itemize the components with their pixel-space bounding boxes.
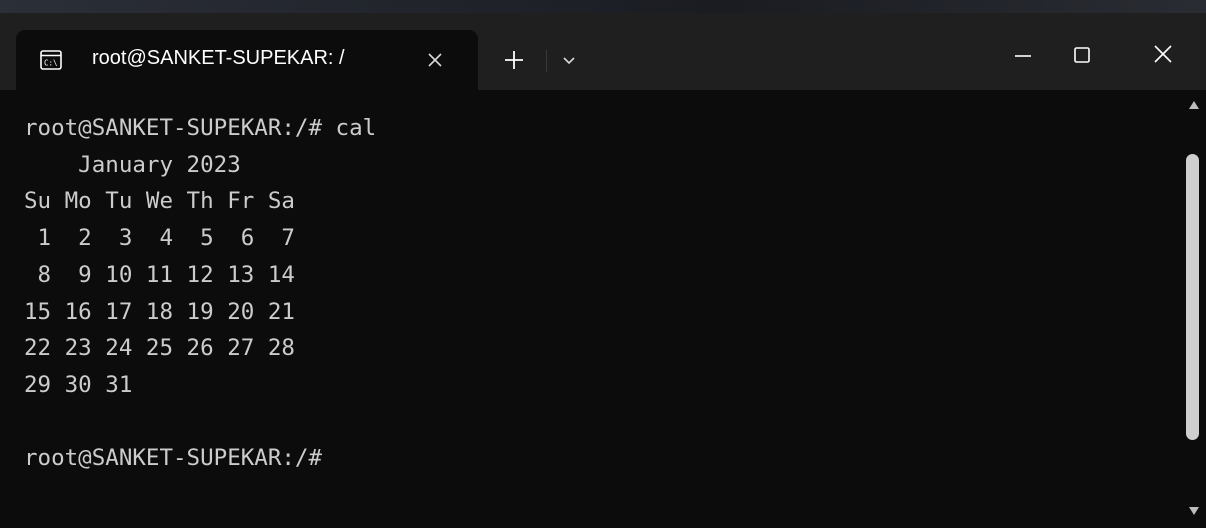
terminal-output-area[interactable]: root@SANKET-SUPEKAR:/# cal January 2023 … <box>0 90 1182 528</box>
scrollbar-thumb[interactable] <box>1186 154 1199 440</box>
tab-close-icon[interactable] <box>421 46 449 74</box>
svg-text:C:\: C:\ <box>44 59 58 68</box>
minimize-icon[interactable] <box>1005 38 1041 74</box>
terminal-window: C:\ root@SANKET-SUPEKAR: / root@SANKET-S… <box>0 0 1206 528</box>
tab-terminal[interactable]: C:\ root@SANKET-SUPEKAR: / <box>16 30 478 90</box>
terminal-line: Su Mo Tu We Th Fr Sa <box>24 188 295 215</box>
scroll-down-arrow-icon[interactable] <box>1187 504 1201 516</box>
scroll-up-arrow-icon[interactable] <box>1187 98 1201 110</box>
terminal-icon: C:\ <box>40 50 62 70</box>
terminal-line: root@SANKET-SUPEKAR:/# cal <box>24 115 377 141</box>
terminal-line: 15 16 17 18 19 20 21 <box>24 298 295 325</box>
close-icon[interactable] <box>1145 36 1181 72</box>
plus-icon[interactable] <box>498 44 530 76</box>
terminal-line: January 2023 <box>24 151 241 178</box>
terminal-line: 22 23 24 25 26 27 28 <box>24 335 295 362</box>
terminal-output: root@SANKET-SUPEKAR:/# cal January 2023 … <box>24 110 376 477</box>
terminal-line: root@SANKET-SUPEKAR:/# <box>24 445 323 472</box>
chevron-down-icon[interactable] <box>555 49 583 73</box>
desktop-background-strip <box>0 0 1206 13</box>
terminal-line: 29 30 31 <box>24 371 133 398</box>
tab-divider <box>546 50 547 72</box>
terminal-line: 1 2 3 4 5 6 7 <box>24 225 295 252</box>
maximize-icon[interactable] <box>1064 37 1100 73</box>
vertical-scrollbar[interactable] <box>1182 90 1206 528</box>
terminal-line: 8 9 10 11 12 13 14 <box>24 261 295 288</box>
title-bar: C:\ root@SANKET-SUPEKAR: / <box>0 0 1206 90</box>
tab-title: root@SANKET-SUPEKAR: / <box>92 47 345 69</box>
